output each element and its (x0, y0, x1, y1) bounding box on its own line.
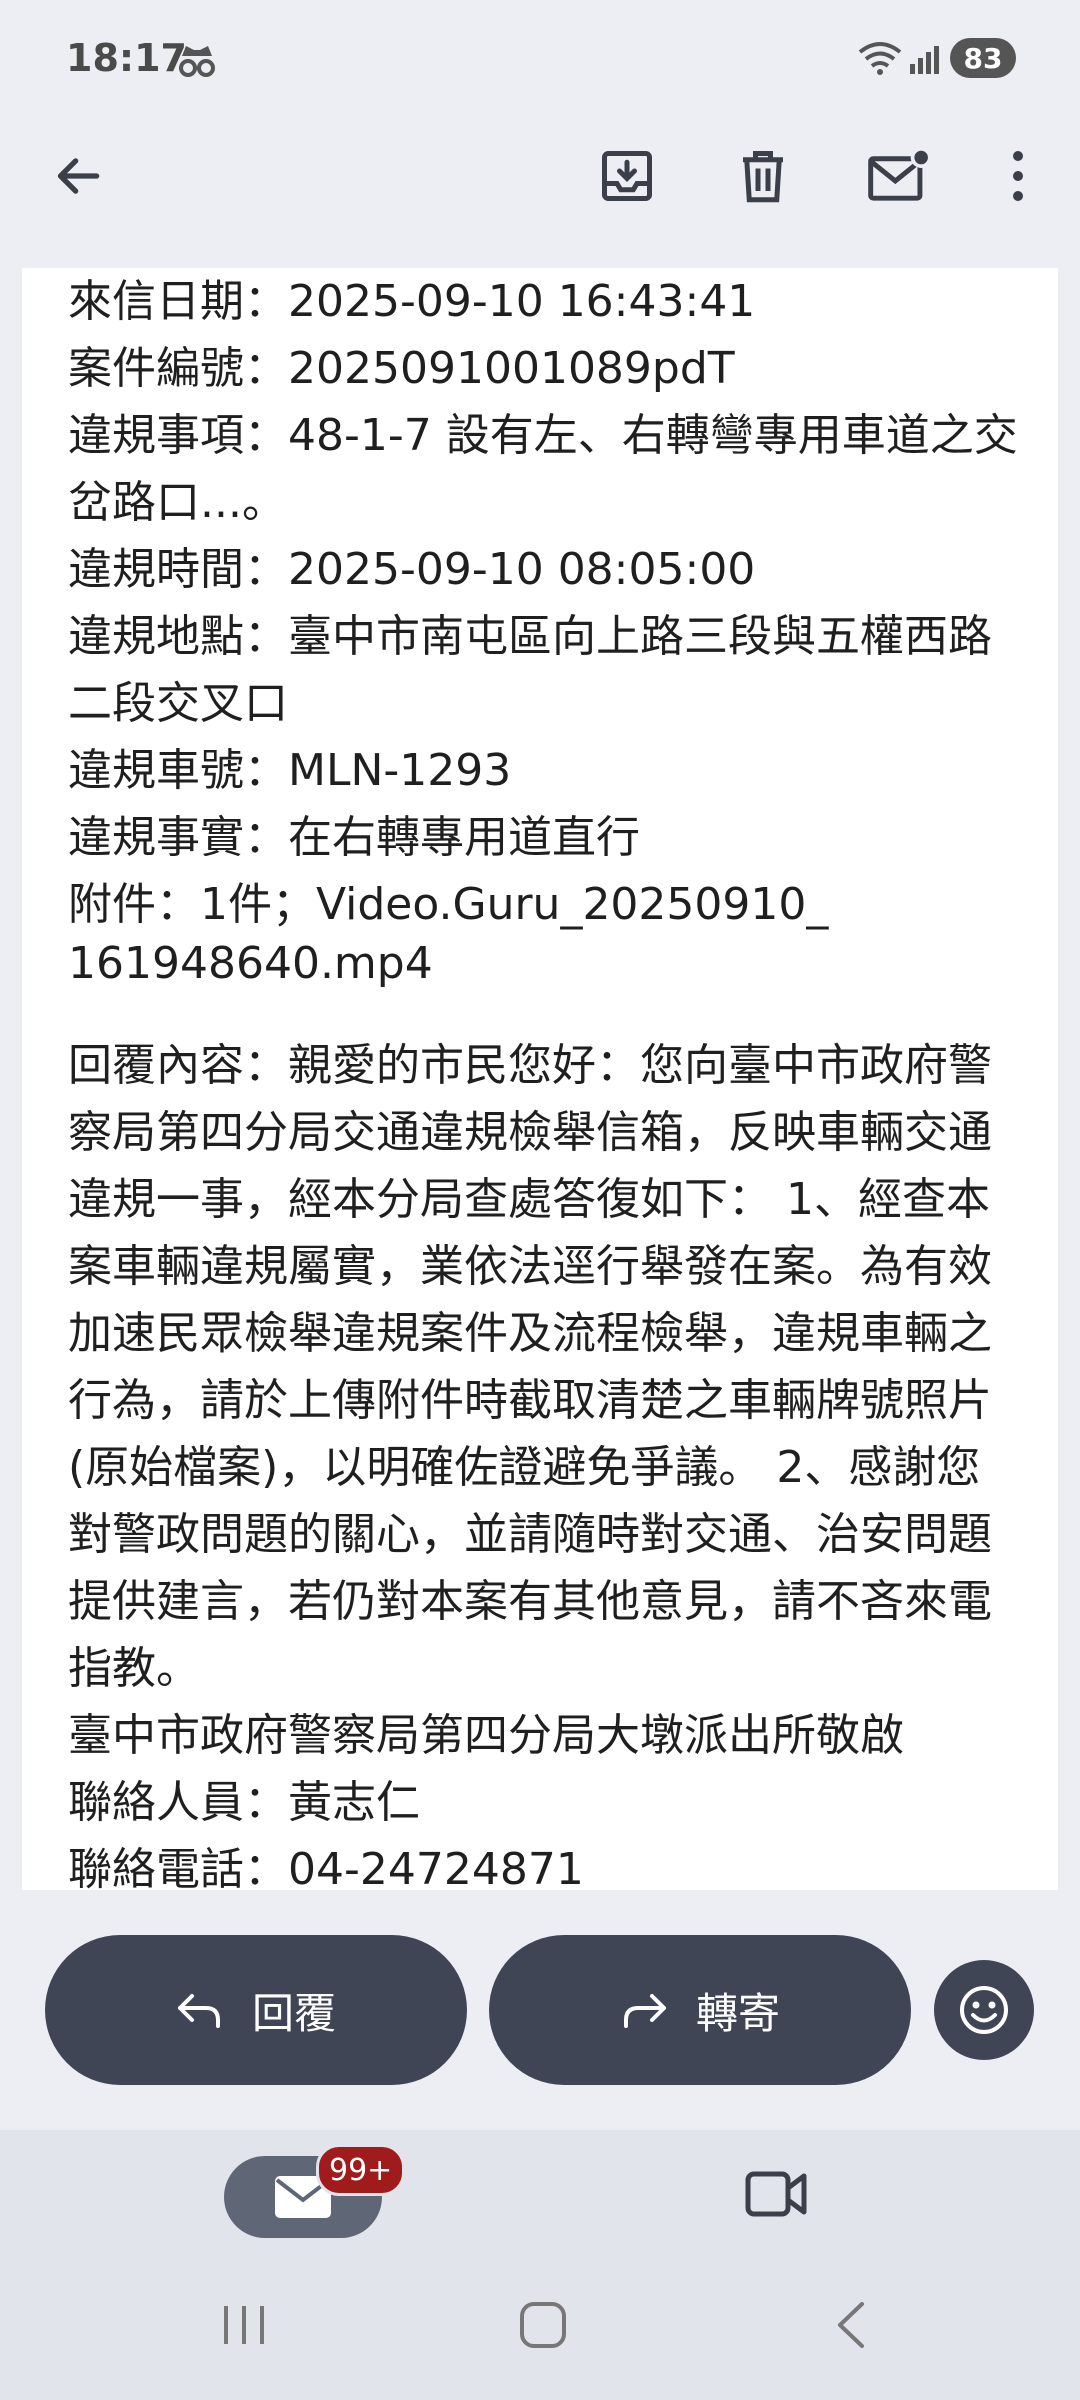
status-time: 18:17 (66, 36, 187, 80)
email-line: 來信日期：2025-09-10 16:43:41 (68, 276, 756, 327)
email-body: 來信日期：2025-09-10 16:43:41 案件編號：2025091001… (22, 268, 1058, 1890)
reply-button[interactable]: 回覆 (45, 1935, 467, 2085)
reply-icon (177, 1994, 220, 2028)
email-line: 岔路口...。 (68, 477, 286, 528)
archive-icon[interactable] (591, 140, 663, 212)
back-arrow-icon[interactable] (42, 140, 114, 212)
reply-line: (原始檔案)，以明確佐證避免爭議。 2、感謝您 (68, 1442, 981, 1493)
mark-unread-icon[interactable] (863, 140, 935, 212)
reply-line: 加速民眾檢舉違規案件及流程檢舉，違規車輛之 (68, 1308, 992, 1359)
status-bar: 18:17 83 (0, 0, 1080, 120)
mail-badge: 99+ (316, 2144, 406, 2196)
email-text: 來信日期：2025-09-10 16:43:41 案件編號：2025091001… (68, 268, 1038, 1890)
reply-line: 違規一事，經本分局查處答復如下： 1、經查本 (68, 1174, 990, 1225)
reply-line: 聯絡人員：黃志仁 (68, 1777, 420, 1828)
reply-line: 回覆內容：親愛的市民您好：您向臺中市政府警 (68, 1040, 992, 1091)
forward-icon (623, 1994, 666, 2028)
home-icon[interactable] (518, 2300, 568, 2354)
video-icon[interactable] (744, 2166, 810, 2226)
email-line: 違規時間：2025-09-10 08:05:00 (68, 544, 756, 595)
phone-link[interactable]: 聯絡電話：04-24724871 (68, 1836, 1038, 1890)
incognito-icon (176, 42, 218, 82)
email-line: 附件：1件；Video.Guru_20250910_ (68, 879, 829, 930)
email-line: 違規事項：48-1-7 設有左、右轉彎專用車道之交 (68, 410, 1018, 461)
back-icon[interactable] (830, 2300, 870, 2354)
email-line: 案件編號：2025091001089pdT (68, 343, 735, 394)
reply-line: 臺中市政府警察局第四分局大墩派出所敬啟 (68, 1710, 904, 1761)
more-vert-icon[interactable] (982, 140, 1054, 212)
email-line: 違規事實：在右轉專用道直行 (68, 812, 640, 863)
recents-icon[interactable] (220, 2300, 268, 2354)
reply-line: 提供建言，若仍對本案有其他意見，請不吝來電 (68, 1576, 992, 1627)
reply-line: 察局第四分局交通違規檢舉信箱，反映車輛交通 (68, 1107, 992, 1158)
battery-indicator: 83 (950, 38, 1016, 78)
email-line: 違規地點：臺中市南屯區向上路三段與五權西路 (68, 611, 992, 662)
delete-icon[interactable] (727, 140, 799, 212)
reply-label: 回覆 (251, 1988, 336, 2038)
attachment-link[interactable]: 161948640.mp4 (68, 938, 1038, 990)
reply-line: 案車輛違規屬實，業依法逕行舉發在案。為有效 (68, 1241, 992, 1292)
forward-label: 轉寄 (695, 1988, 780, 2038)
reply-line: 行為，請於上傳附件時截取清楚之車輛牌號照片 (68, 1375, 992, 1426)
signal-icon (908, 44, 944, 78)
forward-button[interactable]: 轉寄 (489, 1935, 911, 2085)
reply-line: 指教。 (68, 1643, 200, 1694)
email-line: 違規車號：MLN-1293 (68, 745, 512, 796)
email-line: 二段交叉口 (68, 678, 288, 729)
reply-line: 對警政問題的關心，並請隨時對交通、治安問題 (68, 1509, 992, 1560)
wifi-icon (858, 40, 902, 80)
emoji-button[interactable] (934, 1960, 1034, 2060)
emoji-icon (960, 1986, 1008, 2034)
bottom-nav (0, 2130, 1080, 2400)
